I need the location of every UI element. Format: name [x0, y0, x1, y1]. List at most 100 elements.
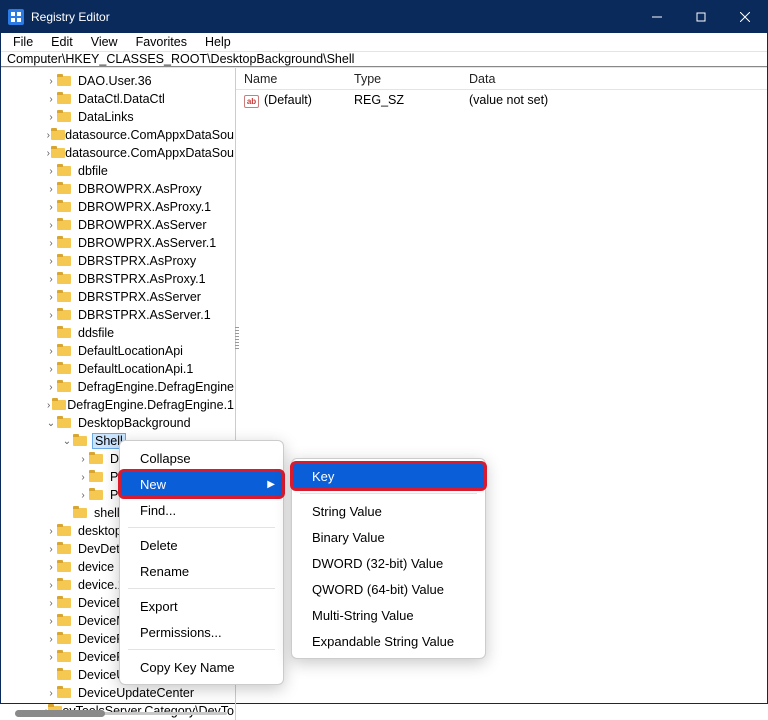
tree-horizontal-scrollbar[interactable] [15, 708, 227, 718]
chevron-right-icon[interactable]: › [45, 256, 57, 267]
folder-icon [57, 218, 73, 232]
chevron-right-icon[interactable]: › [45, 616, 57, 627]
context-menu-item[interactable]: Rename [120, 558, 283, 584]
close-button[interactable] [723, 1, 767, 33]
context-menu-item[interactable]: Find... [120, 497, 283, 523]
app-icon [8, 9, 24, 25]
chevron-right-icon[interactable]: › [45, 400, 52, 411]
context-menu-item[interactable]: Permissions... [120, 619, 283, 645]
tree-item[interactable]: ›dbfile [1, 162, 235, 180]
chevron-right-icon[interactable]: › [45, 634, 57, 645]
chevron-right-icon[interactable]: › [45, 382, 57, 393]
folder-icon [57, 596, 73, 610]
chevron-right-icon[interactable]: › [45, 184, 57, 195]
chevron-right-icon[interactable]: › [45, 526, 57, 537]
context-menu-item[interactable]: Delete [120, 532, 283, 558]
col-name[interactable]: Name [236, 72, 346, 86]
chevron-right-icon[interactable]: › [45, 346, 57, 357]
address-bar[interactable]: Computer\HKEY_CLASSES_ROOT\DesktopBackgr… [1, 52, 767, 67]
tree-item[interactable]: › DBROWPRX.AsServer [1, 216, 235, 234]
tree-item[interactable]: ddsfile [1, 324, 235, 342]
context-menu-item[interactable]: Key [292, 463, 485, 489]
tree-item-label: DefaultLocationApi [77, 344, 184, 358]
chevron-right-icon[interactable]: › [77, 472, 89, 483]
tree-item[interactable]: ›DAO.User.36 [1, 72, 235, 90]
chevron-right-icon[interactable]: › [45, 652, 57, 663]
tree-item[interactable]: › DefragEngine.DefragEngine.1 [1, 396, 235, 414]
menu-view[interactable]: View [83, 33, 126, 51]
menu-file[interactable]: File [5, 33, 41, 51]
chevron-right-icon[interactable]: › [45, 310, 57, 321]
tree-item[interactable]: › DataLinks [1, 108, 235, 126]
tree-item[interactable]: ›DBRSTPRX.AsProxy.1 [1, 270, 235, 288]
chevron-right-icon[interactable]: › [45, 202, 57, 213]
tree-item[interactable]: ›datasource.ComAppxDataSou [1, 144, 235, 162]
chevron-right-icon[interactable]: › [45, 76, 57, 87]
tree-item[interactable]: ›DBRSTPRX.AsServer.1 [1, 306, 235, 324]
tree-item[interactable]: ›datasource.ComAppxDataSou [1, 126, 235, 144]
chevron-right-icon[interactable]: › [45, 94, 57, 105]
chevron-right-icon[interactable]: › [45, 166, 57, 177]
titlebar[interactable]: Registry Editor [1, 1, 767, 33]
chevron-right-icon[interactable]: › [45, 112, 57, 123]
tree-item[interactable]: ⌄DesktopBackground [1, 414, 235, 432]
col-type[interactable]: Type [346, 72, 461, 86]
context-menu-item[interactable]: Collapse [120, 445, 283, 471]
tree-item-label: DataLinks [77, 110, 135, 124]
folder-icon [57, 182, 73, 196]
folder-icon [57, 164, 73, 178]
chevron-right-icon[interactable]: › [45, 220, 57, 231]
tree-item-label: DeviceUpdateCenter [77, 686, 195, 700]
tree-item[interactable]: ›DBRSTPRX.AsProxy [1, 252, 235, 270]
chevron-right-icon: ▶ [267, 479, 275, 490]
chevron-right-icon[interactable]: › [45, 688, 57, 699]
tree-item[interactable]: ›DBROWPRX.AsProxy [1, 180, 235, 198]
context-menu-item[interactable]: Multi-String Value [292, 602, 485, 628]
context-menu-item[interactable]: Export [120, 593, 283, 619]
list-header[interactable]: Name Type Data [236, 68, 767, 90]
context-menu-item[interactable]: Binary Value [292, 524, 485, 550]
context-menu-item[interactable]: DWORD (32-bit) Value [292, 550, 485, 576]
menu-help[interactable]: Help [197, 33, 239, 51]
tree-item-label: DBROWPRX.AsServer [77, 218, 208, 232]
tree-item[interactable]: › DeviceUpdateCenter [1, 684, 235, 702]
chevron-right-icon[interactable]: › [45, 598, 57, 609]
maximize-button[interactable] [679, 1, 723, 33]
chevron-right-icon[interactable]: › [45, 544, 57, 555]
context-menu-item[interactable]: Copy Key Name [120, 654, 283, 680]
col-data[interactable]: Data [461, 72, 767, 86]
context-menu-item[interactable]: Expandable String Value [292, 628, 485, 654]
chevron-right-icon[interactable]: › [45, 580, 57, 591]
tree-item[interactable]: › DefaultLocationApi [1, 342, 235, 360]
chevron-right-icon[interactable]: › [77, 490, 89, 501]
context-menu-item[interactable]: String Value [292, 498, 485, 524]
folder-icon [57, 578, 73, 592]
context-menu-item[interactable]: New▶ [120, 471, 283, 497]
context-menu-item[interactable]: QWORD (64-bit) Value [292, 576, 485, 602]
tree-item[interactable]: ›DBROWPRX.AsServer.1 [1, 234, 235, 252]
tree-item[interactable]: ›DBROWPRX.AsProxy.1 [1, 198, 235, 216]
tree-item[interactable]: ›DefragEngine.DefragEngine [1, 378, 235, 396]
chevron-down-icon[interactable]: ⌄ [61, 436, 73, 447]
tree-item-label: device [77, 560, 115, 574]
window-title: Registry Editor [31, 10, 635, 24]
chevron-right-icon[interactable]: › [45, 292, 57, 303]
tree-item-label: DefaultLocationApi.1 [77, 362, 194, 376]
chevron-right-icon[interactable]: › [45, 562, 57, 573]
list-row[interactable]: ab(Default) REG_SZ (value not set) [236, 90, 767, 110]
chevron-right-icon[interactable]: › [45, 274, 57, 285]
splitter[interactable] [235, 327, 239, 351]
tree-item[interactable]: › DefaultLocationApi.1 [1, 360, 235, 378]
tree-item-label: DefragEngine.DefragEngine.1 [66, 398, 235, 412]
minimize-button[interactable] [635, 1, 679, 33]
chevron-down-icon[interactable]: ⌄ [45, 418, 57, 429]
tree-item[interactable]: ›DBRSTPRX.AsServer [1, 288, 235, 306]
chevron-right-icon[interactable]: › [77, 454, 89, 465]
chevron-right-icon[interactable]: › [45, 238, 57, 249]
menu-favorites[interactable]: Favorites [128, 33, 195, 51]
folder-icon [57, 668, 73, 682]
tree-item[interactable]: ›DataCtl.DataCtl [1, 90, 235, 108]
context-menu: CollapseNew▶Find... DeleteRename ExportPer… [119, 440, 284, 685]
chevron-right-icon[interactable]: › [45, 364, 57, 375]
menu-edit[interactable]: Edit [43, 33, 81, 51]
